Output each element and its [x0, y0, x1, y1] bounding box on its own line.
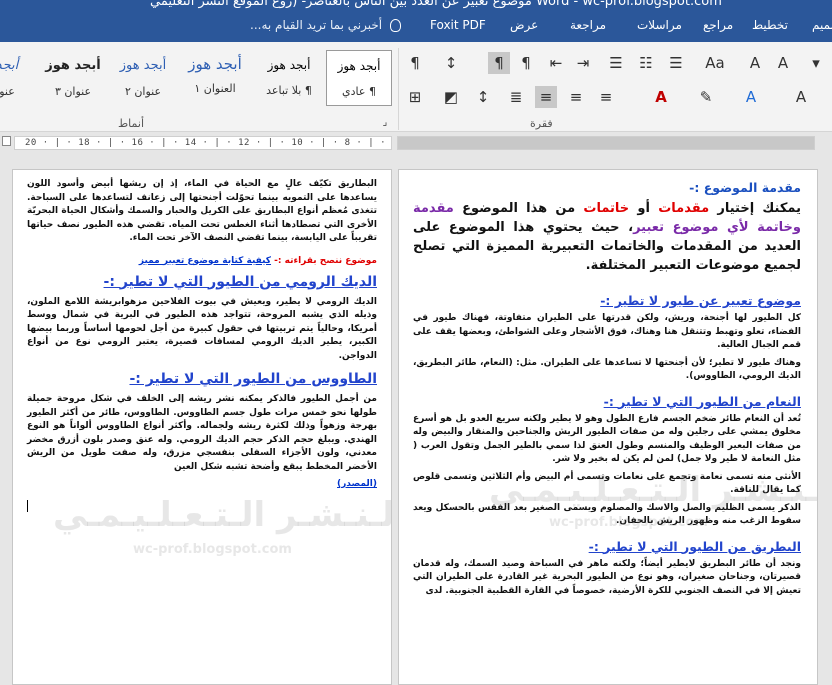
tab-stop-selector[interactable]: [2, 136, 11, 146]
shrink-font-icon[interactable]: A: [744, 52, 766, 74]
tab-foxit-pdf[interactable]: Foxit PDF: [430, 18, 486, 32]
style-no-spacing[interactable]: أبجد هوز ¶ بلا تباعد: [256, 50, 322, 106]
text-run: أو: [629, 201, 659, 216]
text-run: من هذا الموضوع: [453, 201, 584, 216]
tab-references[interactable]: مراجع: [703, 18, 733, 32]
ribbon-panel: أبجد هوز ¶ عادي أبجد هوز ¶ بلا تباعد أبج…: [0, 42, 832, 132]
document-page-2[interactable]: البطاريق تكيّف عالٍ مع الحياة في الماء، …: [12, 169, 392, 685]
ribbon-separator: [398, 48, 399, 130]
text-cursor-line: [27, 496, 377, 515]
tab-layout[interactable]: تخطيط: [752, 18, 788, 32]
text-run-red: خاتمات: [583, 201, 630, 216]
ruler: 20 · | · 18 · | · 16 · | · 14 · | · 12 ·…: [0, 132, 832, 154]
tell-me-text: أخبرني بما تريد القيام به...: [250, 18, 383, 32]
align-left-icon[interactable]: ≡: [595, 86, 617, 108]
case-icon[interactable]: Aa: [704, 52, 726, 74]
paragraph: البطاريق تكيّف عالٍ مع الحياة في الماء، …: [27, 179, 377, 243]
style-preview: أبجد هوز: [119, 58, 167, 73]
style-preview: أبجد: [0, 58, 19, 73]
line-spacing-icon[interactable]: ↕: [472, 86, 494, 108]
watermark-url: wc-prof.blogspot.com: [133, 542, 292, 557]
style-name: عنوان ٢: [124, 85, 162, 98]
section-heading: الديك الرومي من الطيور التي لا تطير :-: [103, 273, 377, 290]
increase-indent-icon[interactable]: ⇥: [572, 52, 594, 74]
paragraph: الديك الرومي لا يطير، ويعيش في بيوت الفل…: [27, 296, 377, 361]
multilevel-list-icon[interactable]: ☰: [605, 52, 627, 74]
ltr-direction-icon[interactable]: ¶: [515, 52, 537, 74]
document-area: مقدمة الموضوع :- يمكنك إختيار مقدمات أو …: [0, 154, 832, 685]
shading-icon[interactable]: ◩: [440, 86, 462, 108]
highlight-icon[interactable]: ✎: [695, 86, 717, 108]
title-bar: Word - wc-prof.blogspot.com موضوع تعبير …: [0, 0, 832, 12]
tab-design[interactable]: تصميم: [812, 18, 832, 32]
source-link[interactable]: (المصدر): [337, 479, 377, 489]
style-heading-1[interactable]: أبجد هوز العنوان ١: [182, 50, 248, 106]
paragraph-group-label: فقرة: [530, 117, 553, 130]
font-color-icon[interactable]: A: [650, 86, 672, 108]
style-preview: أبجد هوز: [45, 58, 101, 73]
recommended-link[interactable]: كيفية كتابة موضوع تعبير مميز: [139, 256, 271, 266]
text-run: يمكنك إختيار: [709, 201, 801, 216]
rtl-direction-icon[interactable]: ¶: [488, 52, 510, 74]
numbering-icon[interactable]: ☷: [635, 52, 657, 74]
note-label: موضوع ننصح بقراءته :-: [274, 255, 377, 266]
window-title: Word - wc-prof.blogspot.com موضوع تعبير …: [150, 0, 722, 9]
align-center-icon[interactable]: ≡: [565, 86, 587, 108]
grow-font-icon[interactable]: A: [772, 52, 794, 74]
styles-group-label: أنماط: [118, 117, 145, 130]
style-name: عنوان ٣: [54, 85, 92, 98]
paragraph: وهناك طيور لا تطير؛ لأن أجنحتها لا تساعد…: [413, 357, 801, 382]
section-heading: موضوع تعبير عن طيور لا تطير :-: [600, 293, 801, 308]
ribbon-tabs: تصميم تخطيط مراجع مراسلات مراجعة عرض Fox…: [0, 12, 832, 42]
lightbulb-icon: [389, 19, 401, 32]
recommended-note: موضوع ننصح بقراءته :- كيفية كتابة موضوع …: [27, 256, 377, 266]
font-dropdown-icon[interactable]: ▾: [805, 52, 827, 74]
style-name: عنو: [0, 85, 15, 98]
ruler-scale-margin: [397, 136, 815, 150]
style-preview: أبجد هوز: [188, 55, 242, 73]
paragraph: كل الطيور لها أجنحة، وريش، ولكن قدرتها ع…: [413, 313, 801, 350]
ruler-scale[interactable]: 20 · | · 18 · | · 16 · | · 14 · | · 12 ·…: [14, 136, 392, 150]
paragraph: من أجمل الطيور فالذكر يمكنه نشر ريشه إلى…: [27, 394, 377, 472]
tab-view[interactable]: عرض: [510, 18, 538, 32]
style-heading-3[interactable]: أبجد هوز عنوان ٣: [40, 50, 106, 106]
source-line: (المصدر): [27, 478, 377, 492]
intro-paragraph: يمكنك إختيار مقدمات أو خاتمات من هذا الم…: [413, 199, 801, 275]
borders-icon[interactable]: ⊞: [404, 86, 426, 108]
page-content: البطاريق تكيّف عالٍ مع الحياة في الماء، …: [27, 178, 377, 515]
expand-dialog-icon[interactable]: ⌟: [374, 112, 396, 134]
style-name: العنوان ١: [194, 82, 236, 95]
document-page-1[interactable]: مقدمة الموضوع :- يمكنك إختيار مقدمات أو …: [398, 169, 818, 685]
decrease-indent-icon[interactable]: ⇤: [545, 52, 567, 74]
tab-mailings[interactable]: مراسلات: [637, 18, 682, 32]
pilcrow-icon[interactable]: ¶: [404, 52, 426, 74]
page-content: مقدمة الموضوع :- يمكنك إختيار مقدمات أو …: [413, 180, 801, 602]
tab-review[interactable]: مراجعة: [570, 18, 606, 32]
paragraph: تُعد أن النعام طائر ضخم الجسم فارع الطول…: [413, 413, 801, 465]
tell-me-box[interactable]: أخبرني بما تريد القيام به...: [250, 18, 401, 32]
style-preview: أبجد هوز: [267, 58, 311, 72]
align-right-icon[interactable]: ≡: [535, 86, 557, 108]
paragraph: الأنثى منه تسمى نعامة وتجمع على نعامات و…: [413, 471, 801, 496]
style-name: ¶ عادي: [342, 85, 376, 98]
bullets-icon[interactable]: ☰: [665, 52, 687, 74]
style-normal[interactable]: أبجد هوز ¶ عادي: [326, 50, 392, 106]
section-heading: النعام من الطيور التي لا تطير :-: [603, 393, 801, 409]
justify-icon[interactable]: ≣: [505, 86, 527, 108]
style-preview: أبجد هوز: [337, 59, 381, 73]
intro-heading: مقدمة الموضوع :-: [689, 180, 801, 195]
clear-format-icon[interactable]: A: [790, 86, 812, 108]
text-run-red: مقدمات: [658, 201, 710, 216]
paragraph: الذكر يسمى الظليم والصل والاسك والمصلوم …: [413, 502, 801, 527]
section-heading: الطاووس من الطيور التي لا تطير :-: [129, 371, 377, 387]
sort-icon[interactable]: ↕: [440, 52, 462, 74]
section-heading: البطريق من الطيور التي لا تطير :-: [588, 538, 801, 554]
text-effects-icon[interactable]: A: [740, 86, 762, 108]
style-title[interactable]: أبجد عنو: [0, 50, 40, 106]
vertical-scrollbar[interactable]: [820, 154, 832, 685]
paragraph: ونجد أن طائر البطريق لايطير أيضاً؛ ولكنه…: [413, 558, 801, 596]
style-heading-2[interactable]: أبجد هوز عنوان ٢: [110, 50, 176, 106]
style-name: ¶ بلا تباعد: [266, 84, 312, 97]
text-cursor: [27, 500, 28, 512]
